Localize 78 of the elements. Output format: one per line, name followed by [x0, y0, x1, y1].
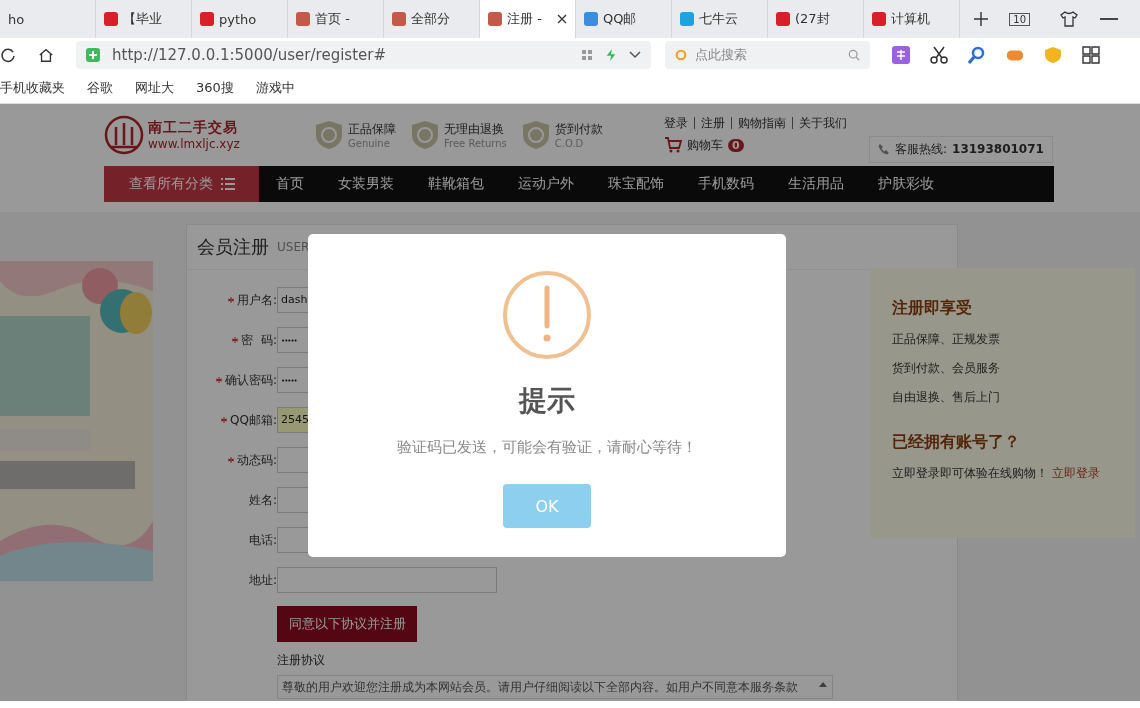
home-icon[interactable] [38, 47, 54, 63]
dialog-message: 验证码已发送，可能会有验证，请耐心等待！ [397, 438, 697, 457]
cart-label[interactable]: 购物车 [687, 136, 723, 154]
bookmark-link[interactable]: 手机收藏夹 [0, 78, 65, 97]
cart-icon[interactable] [664, 137, 682, 153]
bookmark-link[interactable]: 360搜 [196, 78, 234, 97]
nav-link[interactable]: 生活用品 [771, 175, 844, 193]
dialog-title: 提示 [519, 383, 575, 419]
side-title: 注册即享受 [892, 298, 973, 319]
register-button[interactable]: 同意以下协议并注册 [277, 606, 417, 642]
logo-icon [104, 115, 144, 155]
reload-icon[interactable] [0, 47, 16, 63]
login-text: 立即登录即可体验在线购物！ [892, 466, 1048, 480]
tab-count[interactable]: 10 [1009, 12, 1030, 26]
agreement-textarea[interactable]: 尊敬的用户欢迎您注册成为本网站会员。请用户仔细阅读以下全部内容。如用户不同意本服务条款 [277, 675, 833, 699]
guarantee-subtitle: Free Returns [444, 138, 507, 149]
chevron-down-icon[interactable] [629, 49, 641, 61]
field-label: 用户名: [236, 291, 277, 309]
form-subtitle: USER [277, 240, 310, 254]
field-label: 确认密码: [224, 371, 277, 389]
nav-link[interactable]: 女装男装 [321, 175, 394, 193]
badge-icon [314, 120, 344, 150]
top-link[interactable]: 购物指南 [731, 116, 792, 129]
hotline-label: 客服热线: [895, 140, 948, 158]
badge-icon [410, 120, 440, 150]
field-label: QQ邮箱: [230, 411, 277, 429]
search-icon[interactable] [848, 49, 860, 61]
shirt-icon[interactable] [1060, 10, 1078, 28]
input-field[interactable] [277, 567, 497, 593]
field-label: 密 码: [241, 331, 277, 349]
bookmark-link[interactable]: 谷歌 [87, 78, 113, 97]
qr-icon[interactable] [581, 49, 593, 61]
field-label: 姓名: [248, 491, 277, 509]
browser-tab[interactable]: 注册 - [480, 0, 576, 38]
search-engine-icon [675, 49, 687, 61]
nav-link[interactable]: 护肤彩妆 [861, 175, 934, 193]
login-link[interactable]: 立即登录 [1051, 466, 1100, 480]
scroll-up-icon[interactable] [818, 680, 828, 688]
bookmark-link[interactable]: 网址大 [135, 78, 174, 97]
scissors-icon[interactable] [930, 46, 948, 64]
field-label: 动态码: [236, 451, 277, 469]
field-label: 地址: [248, 571, 277, 589]
bookmark-link[interactable]: 游戏中 [255, 78, 295, 97]
translate-icon[interactable] [892, 46, 910, 64]
benefit-text: 货到付款、会员服务 [892, 360, 1001, 377]
top-link[interactable]: 关于我们 [792, 116, 853, 129]
nav-link[interactable]: 鞋靴箱包 [411, 175, 484, 193]
field-label: 电话: [248, 531, 277, 549]
guarantee-title: 无理由退换 [444, 121, 505, 138]
nav-link[interactable]: 首页 [259, 175, 304, 193]
grid-icon[interactable] [1082, 46, 1100, 64]
close-icon[interactable] [557, 14, 567, 24]
guarantee-subtitle: C.O.D [554, 138, 585, 149]
cart-count: 0 [728, 138, 744, 152]
top-link[interactable]: 注册 [694, 116, 731, 129]
new-tab-icon[interactable] [974, 12, 988, 26]
badge-icon [520, 120, 551, 150]
warning-icon [502, 270, 592, 360]
top-link[interactable]: 登录 [664, 116, 694, 129]
hotline-number: 13193801071 [952, 142, 1044, 156]
benefit-text: 自由退换、售后上门 [892, 389, 1001, 406]
magnifier-icon[interactable] [968, 46, 986, 64]
form-title: 会员注册 [197, 235, 269, 259]
logo-url: www.lmxljc.xyz [148, 137, 240, 151]
nav-link[interactable]: 珠宝配饰 [591, 175, 664, 193]
guarantee-subtitle: Genuine [348, 138, 391, 149]
guarantee-title: 正品保障 [348, 121, 396, 138]
category-button[interactable]: 查看所有分类 [104, 166, 259, 202]
logo-name: 南工二手交易 [148, 119, 239, 137]
address-bar[interactable]: http://127.0.0.1:5000/user/register# [76, 41, 651, 69]
login-title: 已经拥有账号了？ [892, 432, 1021, 453]
benefit-text: 正品保障、正规发票 [892, 331, 1001, 348]
agreement-label: 注册协议 [277, 652, 326, 669]
nav-link[interactable]: 运动户外 [501, 175, 574, 193]
guarantee-title: 货到付款 [554, 121, 603, 138]
nav-link[interactable]: 手机数码 [681, 175, 754, 193]
list-icon [220, 178, 235, 190]
phone-icon [878, 143, 890, 155]
